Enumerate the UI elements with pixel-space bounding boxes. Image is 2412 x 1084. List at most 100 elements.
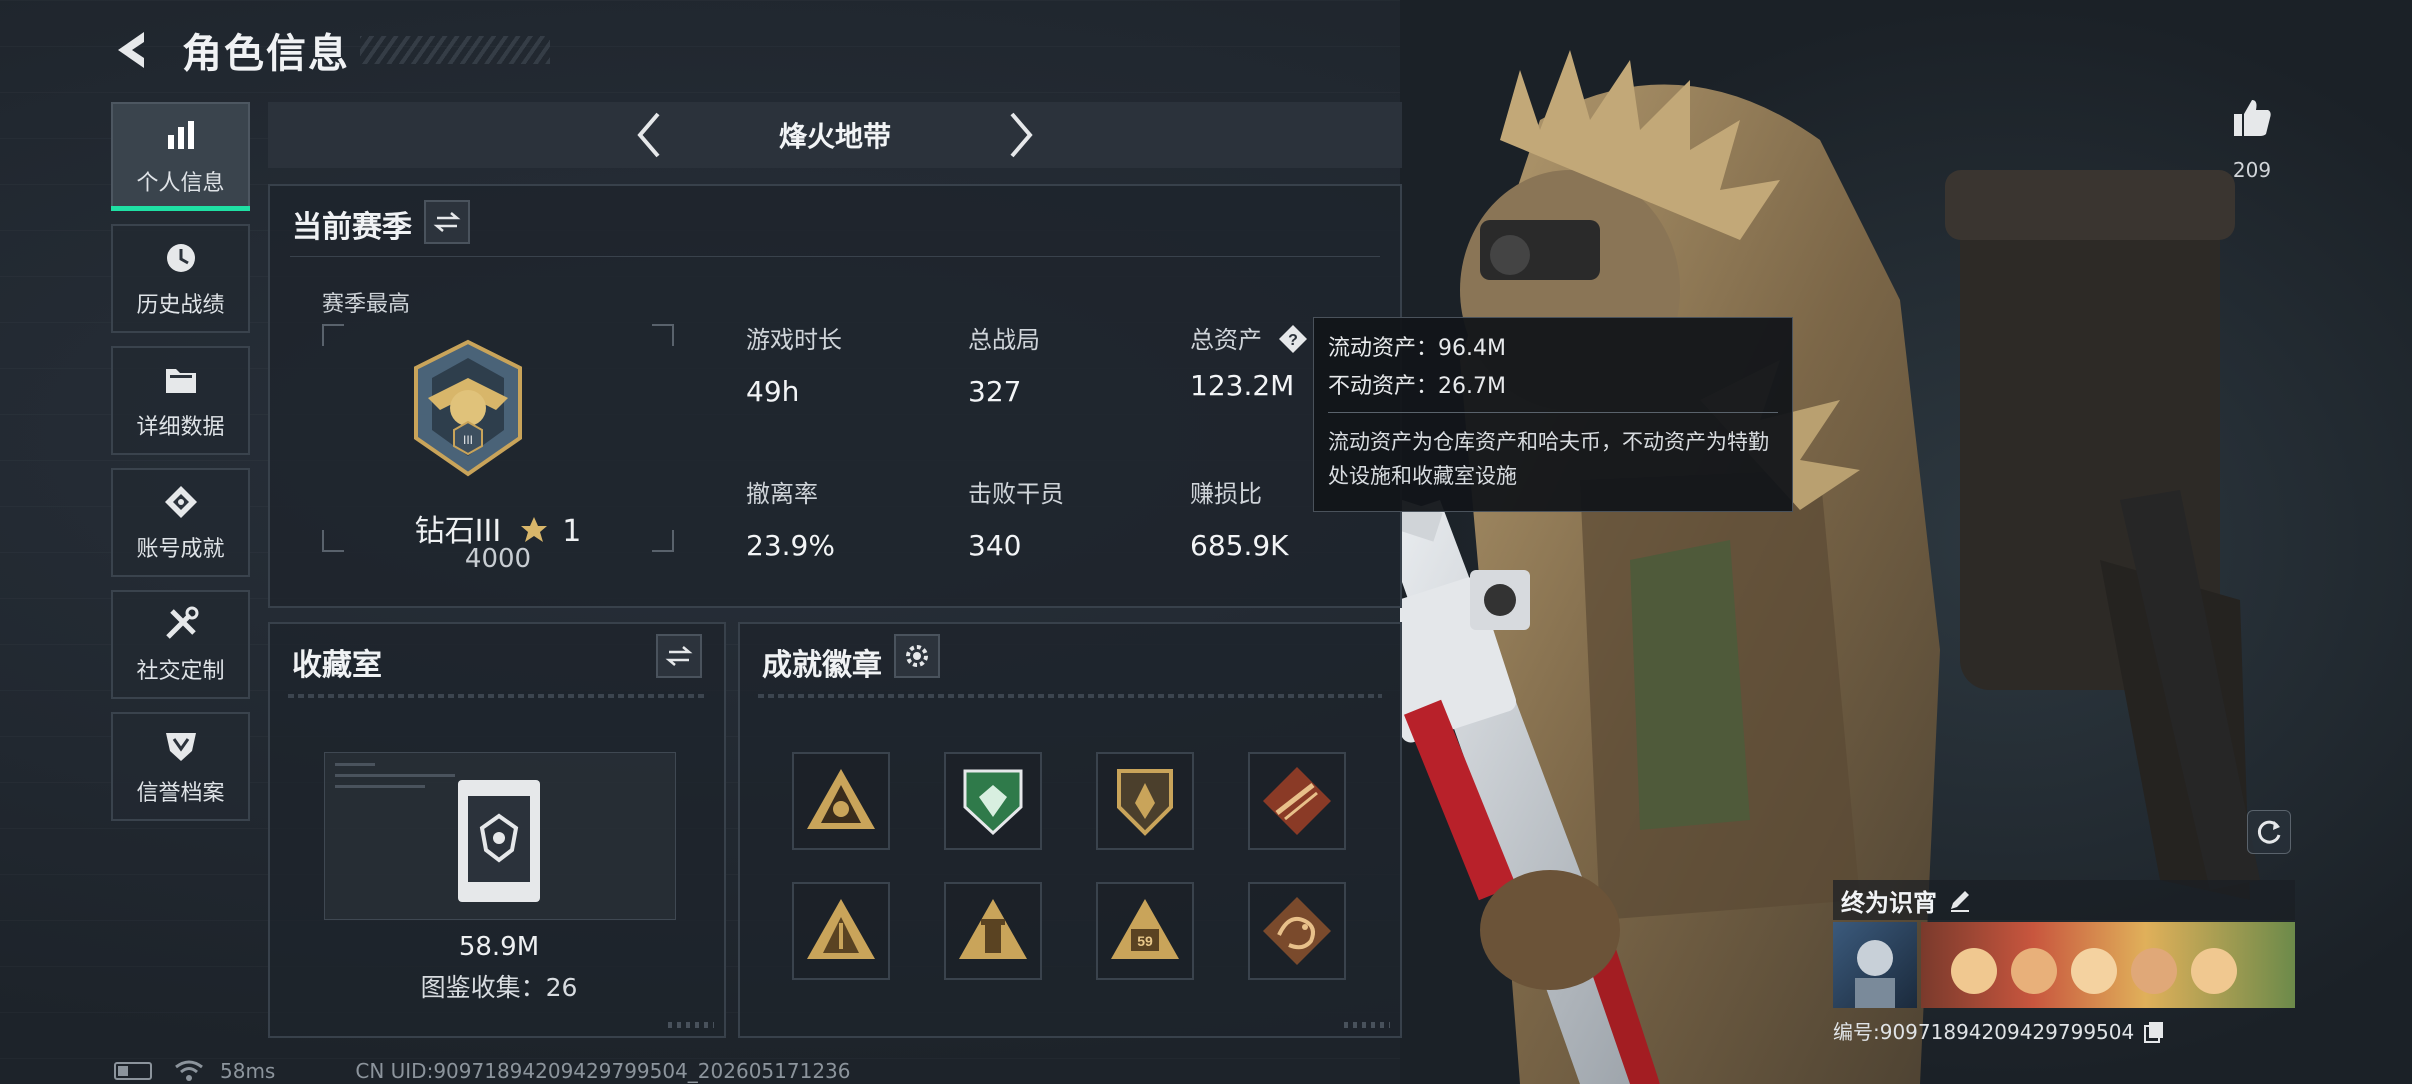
back-arrow-icon[interactable] (112, 28, 156, 72)
badge-slot[interactable] (792, 882, 890, 980)
badge-slot[interactable] (944, 882, 1042, 980)
collection-panel-title: 收藏室 (292, 648, 382, 683)
tools-icon (162, 605, 200, 643)
badge-slot[interactable] (1248, 882, 1346, 980)
divider (288, 694, 706, 698)
season-swap-button[interactable] (424, 200, 470, 244)
sidebar-item-label: 信誉档案 (136, 780, 225, 806)
wifi-icon (175, 1060, 203, 1081)
sidebar-item-reputation[interactable]: 信誉档案 (111, 712, 250, 821)
battery-icon (114, 1062, 152, 1080)
folder-icon (162, 361, 200, 399)
stat-label: 撤离率 (746, 480, 818, 508)
stat-value: 49h (746, 375, 800, 408)
stat-label: 赚损比 (1190, 480, 1262, 508)
sidebar-item-history[interactable]: 历史战绩 (111, 224, 250, 333)
player-namecard: 终为识宵 编号:90971894209429799504 (1833, 880, 2295, 1045)
divider (758, 694, 1382, 698)
season-panel-title: 当前赛季 (292, 210, 412, 245)
player-id: 编号:90971894209429799504 (1833, 1020, 2135, 1044)
tooltip-divider (1328, 412, 1778, 413)
stat-play-time: 游戏时长 49h (746, 320, 842, 408)
stat-extraction-rate: 撤离率 23.9% (746, 474, 835, 562)
tooltip-fixed-assets: 不动资产：26.7M (1328, 374, 1506, 399)
badges-settings-button[interactable] (894, 634, 940, 678)
sidebar-item-personal-info[interactable]: 个人信息 (111, 102, 250, 211)
swap-icon (433, 212, 461, 232)
thumbs-up-icon (2234, 100, 2271, 136)
edit-pencil-icon[interactable] (1947, 887, 1973, 913)
next-map-chevron-icon[interactable] (1001, 110, 1041, 160)
like-widget[interactable]: 209 (2230, 96, 2274, 182)
sidebar-item-achievements[interactable]: 账号成就 (111, 468, 250, 577)
nickname-row: 终为识宵 (1833, 880, 2295, 920)
achievement-badges-panel: 成就徽章 59 (738, 622, 1402, 1038)
sidebar-item-social-custom[interactable]: 社交定制 (111, 590, 250, 699)
banner-artwork (1921, 922, 2295, 1008)
sidebar-item-label: 账号成就 (136, 536, 225, 562)
page-title: 角色信息 (182, 31, 350, 77)
stat-total-assets: 总资产 ? 123.2M (1190, 320, 1308, 402)
season-best-label: 赛季最高 (322, 292, 411, 317)
collection-swap-button[interactable] (656, 634, 702, 678)
panel-corner-decoration (668, 1022, 714, 1028)
achievement-icon (162, 483, 200, 521)
avatar (1833, 922, 1917, 1008)
badge-slot[interactable] (944, 752, 1042, 850)
page-header: 角色信息 (112, 22, 550, 78)
panel-corner-decoration (1344, 1022, 1390, 1028)
swap-icon (665, 646, 693, 666)
badge-diamond-weapon-icon (1263, 767, 1331, 835)
badge-slot[interactable]: 59 (1096, 882, 1194, 980)
divider (290, 256, 1380, 257)
badge-green-shield-icon (963, 769, 1023, 836)
help-question-icon[interactable]: ? (1278, 324, 1308, 354)
svg-text:III: III (463, 433, 473, 447)
stat-total-matches: 总战局 327 (968, 320, 1040, 408)
like-count: 209 (2232, 158, 2272, 182)
star-icon (520, 517, 547, 542)
rank-score: 4000 (464, 544, 532, 574)
copy-icon[interactable] (2142, 1019, 2166, 1043)
stat-value: 340 (968, 529, 1022, 562)
player-id-row: 编号:90971894209429799504 (1833, 1016, 2295, 1045)
map-name: 烽火地带 (778, 120, 891, 153)
sidebar-item-detailed-data[interactable]: 详细数据 (111, 346, 250, 455)
collection-vault-icon (458, 780, 540, 902)
badge-triangle-59-icon: 59 (1111, 899, 1179, 959)
player-nickname: 终为识宵 (1841, 888, 1937, 917)
badges-panel-title: 成就徽章 (762, 648, 882, 683)
sidebar-nav: 个人信息 历史战绩 详细数据 账号成就 社交定制 信誉档案 (111, 102, 250, 834)
refresh-icon (2257, 820, 2281, 844)
tooltip-description: 流动资产为仓库资产和哈夫币，不动资产为特勤处设施和收藏室设施 (1328, 430, 1769, 488)
stat-value: 123.2M (1190, 369, 1295, 402)
sidebar-item-label: 历史战绩 (136, 292, 225, 318)
collection-value: 58.9M (458, 932, 540, 962)
map-switcher: 烽火地带 (268, 102, 1402, 168)
current-season-panel: 当前赛季 赛季最高 III 钻石III 1 4000 游戏时长 49h 总战局 … (268, 184, 1402, 608)
bar-chart-icon (162, 117, 200, 155)
stat-value: 685.9K (1190, 529, 1289, 562)
stat-value: 23.9% (746, 529, 835, 562)
badge-gold-shield-icon (1117, 769, 1173, 836)
badge-slot[interactable] (1096, 752, 1194, 850)
stat-operators-defeated: 击败干员 340 (968, 474, 1064, 562)
gear-icon (906, 645, 928, 667)
badge-triangle-gold-icon (807, 899, 875, 959)
stat-label: 总战局 (968, 326, 1040, 354)
stat-label-row: 总资产 ? (1190, 320, 1308, 355)
badge-slot[interactable] (792, 752, 890, 850)
stat-label: 游戏时长 (746, 326, 842, 354)
badge-59-text: 59 (1137, 933, 1153, 949)
stat-label: 总资产 (1190, 326, 1262, 354)
rotate-view-button[interactable] (2247, 810, 2291, 854)
sidebar-item-label: 个人信息 (136, 170, 225, 196)
namecard-banner[interactable] (1833, 922, 2295, 1008)
stat-profit-loss-ratio: 赚损比 685.9K (1190, 474, 1289, 562)
badge-triangle-tower-icon (959, 899, 1027, 959)
svg-text:?: ? (1288, 332, 1298, 349)
sidebar-item-label: 社交定制 (136, 658, 225, 684)
badge-slot[interactable] (1248, 752, 1346, 850)
status-bar: 58ms CN UID:90971894209429799504_2026051… (114, 1058, 851, 1084)
prev-map-chevron-icon[interactable] (629, 110, 669, 160)
